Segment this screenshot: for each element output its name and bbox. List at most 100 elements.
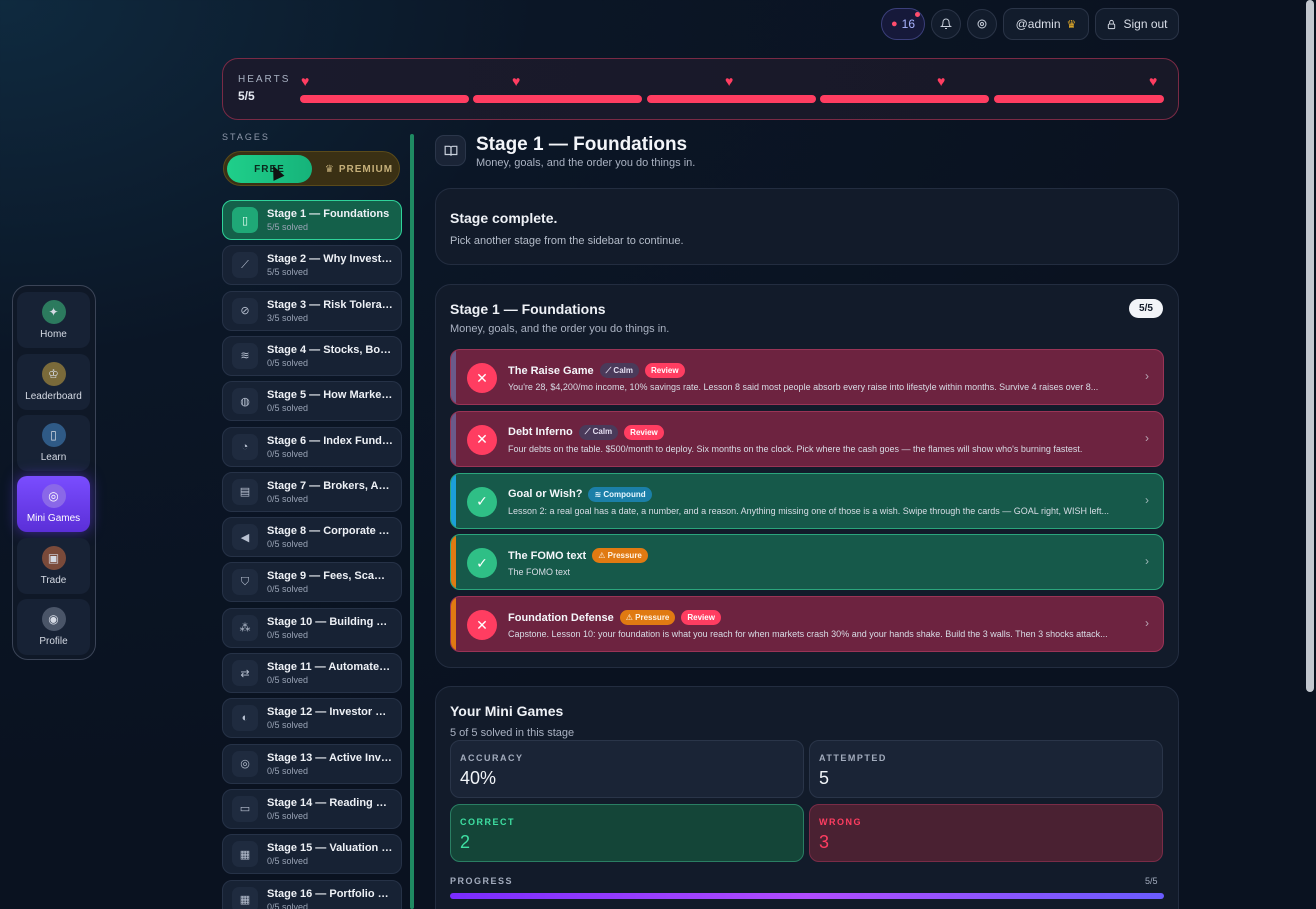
nav-item-profile[interactable]: ◉ Profile <box>17 599 90 655</box>
attempted-stat: ATTEMPTED 5 <box>809 740 1163 798</box>
game-stripe <box>451 473 456 528</box>
chevron-right-icon: › <box>1145 554 1149 569</box>
stage-item[interactable]: ⇄ Stage 11 — Automate, ... 0/5 solved <box>222 653 402 693</box>
game-description: Four debts on the table. $500/month to d… <box>508 443 1083 454</box>
hearts-value: 5/5 <box>238 89 255 103</box>
top-bar: ● 16 @admin ♛ Sign out <box>881 8 1179 40</box>
stage-title: Stage 12 — Investor Ps... <box>267 706 393 719</box>
stage-item[interactable]: ▤ Stage 7 — Brokers, Acc... 0/5 solved <box>222 471 402 512</box>
stage-item[interactable]: ⊘ Stage 3 — Risk Toleran... 3/5 solved <box>222 290 402 331</box>
stage-title: Stage 6 — Index Funds,... <box>267 434 393 447</box>
nav-item-home[interactable]: ✦ Home <box>17 292 90 348</box>
sidebar-divider <box>410 134 414 909</box>
game-title: The FOMO text <box>508 549 587 562</box>
stage-complete-card <box>435 188 1179 265</box>
correct-stat: CORRECT 2 <box>450 804 804 862</box>
stage-title: Stage 3 — Risk Toleran... <box>267 298 393 311</box>
chevron-right-icon: › <box>1145 616 1149 631</box>
stage-item[interactable]: ▦ Stage 15 — Valuation fo... 0/5 solved <box>222 834 402 875</box>
stage-solved: 0/5 solved <box>267 856 309 867</box>
accuracy-value: 40% <box>460 768 497 788</box>
stage-item[interactable]: ▦ Stage 16 — Portfolio Co... 0/5 solved <box>222 879 402 909</box>
stage-item[interactable]: ◐ Stage 12 — Investor Ps... 0/5 solved <box>222 698 402 739</box>
game-description: The FOMO text <box>508 567 571 578</box>
accuracy-label: ACCURACY <box>460 753 524 763</box>
solved-count-badge: 5/5 <box>1129 299 1163 318</box>
stage-complete-title: Stage complete. <box>450 210 558 226</box>
nav-item-label: Learn <box>40 452 67 463</box>
correct-value: 2 <box>460 832 471 852</box>
game-title: Debt Inferno <box>508 426 573 439</box>
tag-pressure: ⚠ Pressure <box>619 610 676 626</box>
heart-segment <box>994 95 1164 103</box>
heart-icon: ♥ <box>512 73 521 89</box>
stages-header: STAGES <box>222 132 270 142</box>
stage-item[interactable]: ◍ Stage 5 — How Market... 0/5 solved <box>222 381 402 422</box>
stage-title: Stage 8 — Corporate A... <box>267 525 393 538</box>
briefcase-icon: ▣ <box>41 546 66 570</box>
stage-item[interactable]: ◎ Stage 13 — Active Inve... 0/5 solved <box>222 743 402 784</box>
game-stripe <box>451 535 456 590</box>
game-description: Lesson 2: a real goal has a date, a numb… <box>508 505 1109 516</box>
gamepad-icon: ◎ <box>41 484 66 508</box>
game-row[interactable]: ✕ Foundation Defense ⚠ Pressure Review Capst… <box>450 596 1164 653</box>
repeat-icon: ⇄ <box>232 660 258 686</box>
layers-icon: ≋ <box>232 342 258 369</box>
stage-item[interactable]: ⛉ Stage 9 — Fees, Scams... 0/5 solved <box>222 562 402 603</box>
stage-title: Stage 7 — Brokers, Acc... <box>267 479 393 492</box>
wrong-value: 3 <box>819 832 830 852</box>
game-stripe <box>451 350 456 404</box>
stage-title: Stage 10 — Building Yo... <box>267 615 393 628</box>
mini-games-subtitle: 5 of 5 solved in this stage <box>450 727 575 739</box>
stage-item[interactable]: ≋ Stage 4 — Stocks, Bon... 0/5 solved <box>222 335 402 376</box>
user-menu-button[interactable]: @admin ♛ <box>1003 8 1089 40</box>
premium-tab[interactable]: ♛ PREMIUM <box>319 155 399 183</box>
stage-item[interactable]: ◔ Stage 6 — Index Funds,... 0/5 solved <box>222 426 402 467</box>
brain-icon: ◐ <box>232 705 258 732</box>
nav-item-leaderboard[interactable]: ♔ Leaderboard <box>17 354 90 410</box>
sign-out-label: Sign out <box>1123 17 1168 31</box>
attempted-value: 5 <box>819 768 830 788</box>
tag-pressure: ⚠ Pressure <box>592 548 648 564</box>
stage-solved: 3/5 solved <box>267 312 309 323</box>
stage-title: Stage 1 — Foundations <box>267 208 390 220</box>
nav-item-label: Mini Games <box>26 513 81 524</box>
stage-solved: 0/5 solved <box>267 539 309 550</box>
game-row[interactable]: ✕ Debt Inferno ⟋ Calm Review Four debts on t… <box>450 410 1164 467</box>
stage-title: Stage 13 — Active Inve... <box>267 751 393 764</box>
username: @admin <box>1015 17 1061 31</box>
game-row[interactable]: ✕ The Raise Game ⟋ Calm Review You're 28, $4… <box>450 349 1164 405</box>
pie-icon: ◔ <box>232 433 258 460</box>
close-icon: ✕ <box>467 363 497 393</box>
game-row[interactable]: ✓ Goal or Wish? ≋ Compound Lesson 2: a real… <box>450 472 1164 529</box>
nav-item-trade[interactable]: ▣ Trade <box>17 538 90 594</box>
nav-item-mini-games[interactable]: ◎ Mini Games <box>17 476 90 532</box>
tag-review: Review <box>624 424 664 440</box>
tag-calm: ⟋ Calm <box>578 424 619 440</box>
chart-icon: ⟋ <box>232 252 258 279</box>
game-title: Goal or Wish? <box>508 488 583 501</box>
stage-item[interactable]: ▯ Stage 1 — Foundations 5/5 solved <box>222 200 402 240</box>
game-title-row: Foundation Defense ⚠ Pressure Review <box>508 610 721 626</box>
bell-button[interactable] <box>931 9 961 39</box>
tag-review: Review <box>644 363 685 378</box>
scrollbar[interactable] <box>1306 0 1314 692</box>
game-stripe <box>451 411 456 466</box>
sign-out-button[interactable]: Sign out <box>1095 8 1179 40</box>
nav-item-label: Trade <box>40 575 67 586</box>
stage-title: Stage 9 — Fees, Scams... <box>267 570 393 583</box>
crown-icon: ♛ <box>1066 18 1077 31</box>
settings-button[interactable] <box>967 9 997 39</box>
stage-item[interactable]: ⟋ Stage 2 — Why Investi... 5/5 solved <box>222 245 402 286</box>
game-row[interactable]: ✓ The FOMO text ⚠ Pressure The FOMO text › <box>450 534 1164 591</box>
compass-icon: ⊘ <box>232 297 258 324</box>
streak-badge[interactable]: ● 16 <box>881 8 925 40</box>
stage-item[interactable]: ◀ Stage 8 — Corporate A... 0/5 solved <box>222 517 402 558</box>
crown-icon: ♛ <box>324 163 335 175</box>
stage-item[interactable]: ⁂ Stage 10 — Building Yo... 0/5 solved <box>222 607 402 648</box>
hearts-panel: HEARTS 5/5 <box>222 58 1179 120</box>
nav-item-learn[interactable]: ▯ Learn <box>17 415 90 471</box>
nav-item-label: Leaderboard <box>25 391 82 402</box>
stage-item[interactable]: ▭ Stage 14 — Reading Fin... 0/5 solved <box>222 788 402 829</box>
stage-title: Stage 2 — Why Investi... <box>267 253 393 266</box>
